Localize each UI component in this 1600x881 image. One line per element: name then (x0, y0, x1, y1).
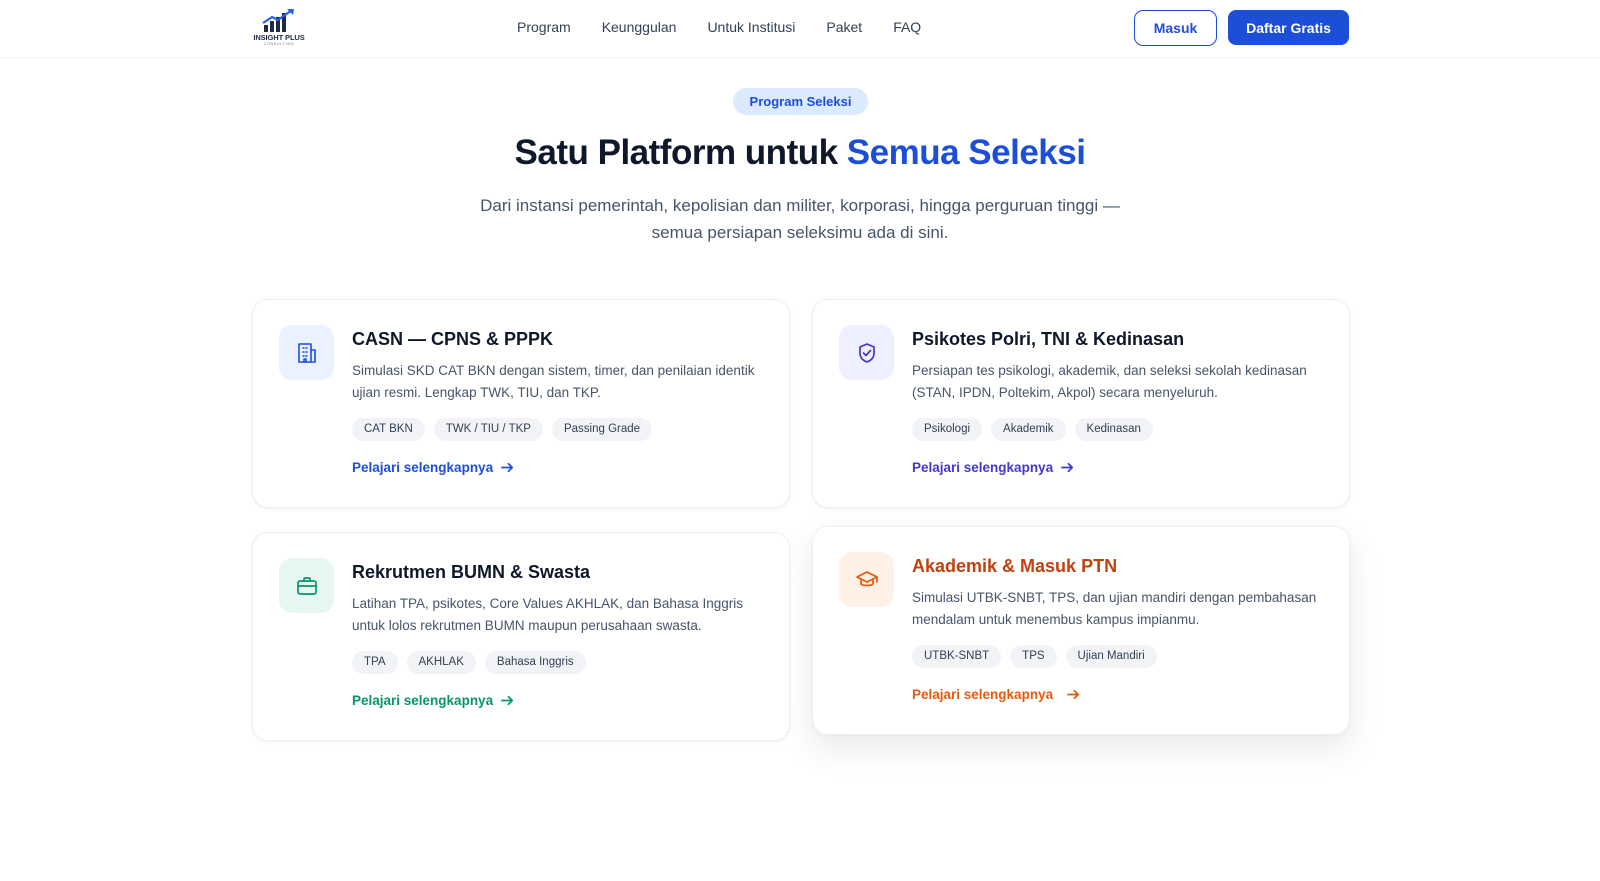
tag: Akademik (991, 418, 1066, 441)
tag: Ujian Mandiri (1065, 645, 1157, 668)
tag: UTBK-SNBT (912, 645, 1002, 668)
nav-link-keunggulan[interactable]: Keunggulan (602, 19, 677, 35)
card-title: Psikotes Polri, TNI & Kedinasan (912, 329, 1185, 349)
program-card-ptn[interactable]: Akademik & Masuk PTN Simulasi UTBK-SNBT,… (812, 526, 1350, 735)
tag: Psikologi (912, 418, 983, 441)
title-accent: Semua Seleksi (846, 133, 1086, 172)
tag: AKHLAK (406, 651, 476, 674)
section-badge: Program Seleksi (733, 88, 868, 115)
tag: Passing Grade (551, 418, 653, 441)
card-icon-wrapper (839, 552, 894, 607)
tag: Bahasa Inggris (484, 651, 586, 674)
main-nav: Program Keunggulan Untuk Institusi Paket… (517, 19, 952, 35)
title-prefix: Satu Platform untuk (514, 133, 847, 172)
card-description: Simulasi UTBK-SNBT, TPS, dan ujian mandi… (912, 590, 1317, 627)
section-title: Satu Platform untuk Semua Seleksi (0, 133, 1600, 173)
tag: TPA (352, 651, 398, 674)
arrow-right-icon (1067, 689, 1080, 700)
nav-link-paket[interactable]: Paket (826, 19, 862, 35)
arrow-right-icon (501, 462, 514, 473)
card-icon-wrapper (279, 558, 334, 613)
shield-check-icon (858, 342, 875, 363)
learn-more-link[interactable]: Pelajari selengkapnya (352, 460, 515, 475)
growth-chart-icon (262, 9, 294, 32)
card-icon-wrapper (839, 325, 894, 380)
learn-more-link[interactable]: Pelajari selengkapnya (912, 460, 1075, 475)
card-description: Persiapan tes psikologi, akademik, dan s… (912, 363, 1307, 400)
card-description: Latihan TPA, psikotes, Core Values AKHLA… (352, 596, 743, 633)
learn-more-label: Pelajari selengkapnya (912, 460, 1054, 475)
tag: TWK / TIU / TKP (433, 418, 543, 441)
learn-more-label: Pelajari selengkapnya (912, 687, 1054, 702)
learn-more-link[interactable]: Pelajari selengkapnya (912, 687, 1081, 702)
card-tags: TPA AKHLAK Bahasa Inggris (352, 651, 586, 674)
site-header: INSIGHT PLUS CONSULTING Program Keunggul… (0, 0, 1600, 58)
nav-link-untuk-institusi[interactable]: Untuk Institusi (707, 19, 795, 35)
program-card-bumn[interactable]: Rekrutmen BUMN & Swasta Latihan TPA, psi… (252, 532, 790, 741)
learn-more-label: Pelajari selengkapnya (352, 460, 494, 475)
nav-link-faq[interactable]: FAQ (893, 19, 921, 35)
signup-button[interactable]: Daftar Gratis (1228, 10, 1349, 45)
learn-more-link[interactable]: Pelajari selengkapnya (352, 693, 515, 708)
card-tags: UTBK-SNBT TPS Ujian Mandiri (912, 645, 1157, 668)
card-tags: CAT BKN TWK / TIU / TKP Passing Grade (352, 418, 653, 441)
tag: TPS (1010, 645, 1057, 668)
card-title: CASN — CPNS & PPPK (352, 329, 554, 349)
arrow-right-icon (1061, 462, 1074, 473)
tag: Kedinasan (1074, 418, 1153, 441)
login-button[interactable]: Masuk (1134, 10, 1217, 46)
briefcase-icon (296, 576, 317, 595)
section-subtitle: Dari instansi pemerintah, kepolisian dan… (480, 196, 1120, 242)
logo[interactable]: INSIGHT PLUS CONSULTING (252, 9, 306, 47)
program-card-casn[interactable]: CASN — CPNS & PPPK Simulasi SKD CAT BKN … (252, 299, 790, 508)
logo-subtext: CONSULTING (263, 42, 295, 46)
nav-link-program[interactable]: Program (517, 19, 571, 35)
card-title: Akademik & Masuk PTN (912, 556, 1118, 576)
tag: CAT BKN (352, 418, 425, 441)
program-card-psikotes[interactable]: Psikotes Polri, TNI & Kedinasan Persiapa… (812, 299, 1350, 508)
card-description: Simulasi SKD CAT BKN dengan sistem, time… (352, 363, 755, 400)
logo-text: INSIGHT PLUS (253, 33, 305, 42)
card-title: Rekrutmen BUMN & Swasta (352, 562, 591, 582)
arrow-right-icon (501, 695, 514, 706)
graduation-cap-icon (855, 570, 878, 586)
card-tags: Psikologi Akademik Kedinasan (912, 418, 1153, 441)
learn-more-label: Pelajari selengkapnya (352, 693, 494, 708)
building-icon (297, 342, 316, 363)
card-icon-wrapper (279, 325, 334, 380)
